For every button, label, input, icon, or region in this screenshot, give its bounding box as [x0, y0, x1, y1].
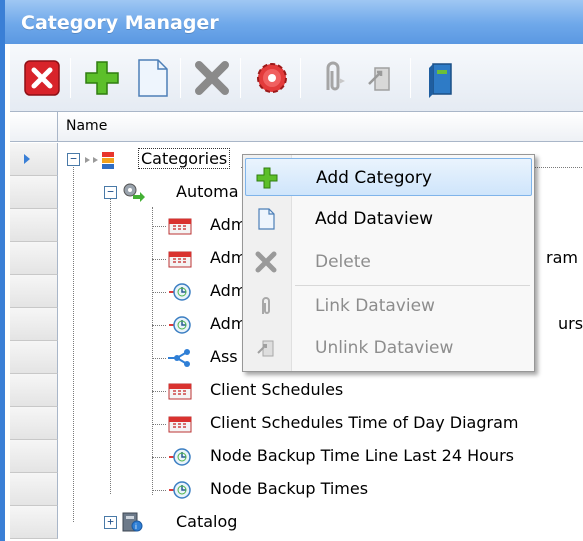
menu-item-add-dataview[interactable]: Add Dataview: [245, 200, 532, 238]
link-button[interactable]: [310, 56, 354, 100]
row-selector[interactable]: [10, 176, 58, 209]
row-label: Automa: [176, 182, 239, 201]
menu-separator: [295, 285, 530, 286]
column-header-name[interactable]: Name: [66, 118, 107, 134]
green-plus-icon: [256, 167, 278, 189]
automation-icon: [123, 183, 145, 202]
red-x-icon: [24, 60, 60, 96]
menu-item-label: Add Category: [316, 168, 432, 188]
row-selector[interactable]: [10, 407, 58, 440]
row-label: Categories: [138, 148, 231, 169]
clock-icon: [169, 481, 191, 499]
expand-icon[interactable]: +: [104, 516, 117, 529]
gray-x-icon: [255, 251, 277, 273]
add-button[interactable]: [80, 56, 124, 100]
menu-item-delete[interactable]: Delete: [245, 243, 532, 281]
clock-icon: [169, 283, 191, 301]
categories-icon: [85, 152, 114, 169]
category-manager-window: Category Manager Name − Categories − Aut…: [0, 0, 583, 541]
book-button[interactable]: [420, 56, 464, 100]
calendar-icon: [168, 416, 192, 433]
tree-row-dataview[interactable]: Node Backup Time Line Last 24 Hours: [58, 440, 583, 473]
collapse-icon[interactable]: −: [104, 186, 117, 199]
settings-button[interactable]: [250, 56, 294, 100]
close-button[interactable]: [20, 56, 64, 100]
toolbar: [10, 44, 583, 112]
document-icon: [138, 59, 168, 97]
grid-header: Name: [10, 112, 583, 142]
tree-row-catalog[interactable]: + i Catalog: [58, 506, 583, 539]
menu-item-label: Delete: [315, 252, 371, 272]
row-label-tail: ram: [546, 248, 578, 267]
new-document-button[interactable]: [130, 56, 174, 100]
calendar-icon: [168, 251, 192, 268]
unlink-icon: [368, 67, 390, 91]
catalog-icon: i: [122, 512, 143, 532]
book-icon: [429, 63, 452, 98]
calendar-icon: [168, 218, 192, 235]
gray-x-icon: [195, 61, 229, 95]
row-selector-current[interactable]: [10, 143, 58, 176]
row-selector[interactable]: [10, 341, 58, 374]
toolbar-separator: [180, 58, 181, 98]
menu-item-unlink-dataview[interactable]: Unlink Dataview: [245, 329, 532, 367]
menu-item-link-dataview[interactable]: Link Dataview: [245, 287, 532, 325]
toolbar-separator: [240, 58, 241, 98]
menu-item-label: Unlink Dataview: [315, 338, 454, 358]
window-title: Category Manager: [5, 0, 583, 44]
unlink-icon: [257, 340, 274, 357]
share-icon: [168, 349, 190, 367]
row-selector[interactable]: [10, 374, 58, 407]
tree-row-dataview[interactable]: Node Backup Times: [58, 473, 583, 506]
row-selector[interactable]: [10, 308, 58, 341]
row-label: Catalog: [176, 512, 238, 531]
context-menu: Add Category Add Dataview Delete Link Da…: [242, 154, 535, 372]
red-gear-icon: [257, 63, 287, 93]
menu-item-label: Add Dataview: [315, 209, 434, 229]
calendar-icon: [168, 383, 192, 400]
toolbar-separator: [300, 58, 301, 98]
row-label: Node Backup Times: [210, 479, 369, 498]
row-selector[interactable]: [10, 506, 58, 539]
menu-item-label: Link Dataview: [315, 296, 435, 316]
collapse-icon[interactable]: −: [67, 153, 80, 166]
row-label: Adm: [210, 248, 247, 267]
row-selector[interactable]: [10, 209, 58, 242]
row-label: Adm: [210, 281, 247, 300]
svg-text:i: i: [135, 523, 137, 531]
green-plus-icon: [85, 61, 119, 95]
grid-header-corner: [10, 112, 58, 142]
row-selector[interactable]: [10, 275, 58, 308]
unlink-button[interactable]: [360, 56, 404, 100]
row-label: Client Schedules: [210, 380, 344, 399]
toolbar-separator: [70, 58, 71, 98]
row-label: Ass: [210, 347, 238, 366]
paperclip-icon: [262, 297, 270, 314]
row-label-tail: urs: [558, 314, 583, 333]
row-selector[interactable]: [10, 440, 58, 473]
tree-row-dataview[interactable]: Client Schedules Time of Day Diagram: [58, 407, 583, 440]
paperclip-icon: [326, 61, 345, 91]
clock-icon: [169, 316, 191, 334]
row-label: Client Schedules Time of Day Diagram: [210, 413, 519, 432]
document-icon: [258, 208, 275, 230]
row-label: Adm: [210, 314, 247, 333]
current-row-arrow-icon: [24, 154, 30, 164]
clock-icon: [169, 448, 191, 466]
row-label: Node Backup Time Line Last 24 Hours: [210, 446, 514, 465]
delete-button[interactable]: [190, 56, 234, 100]
row-label: Adm: [210, 215, 247, 234]
menu-item-add-category[interactable]: Add Category: [245, 158, 532, 196]
row-selector[interactable]: [10, 473, 58, 506]
tree-row-dataview[interactable]: Client Schedules: [58, 374, 583, 407]
row-selector[interactable]: [10, 242, 58, 275]
toolbar-separator: [410, 58, 411, 98]
